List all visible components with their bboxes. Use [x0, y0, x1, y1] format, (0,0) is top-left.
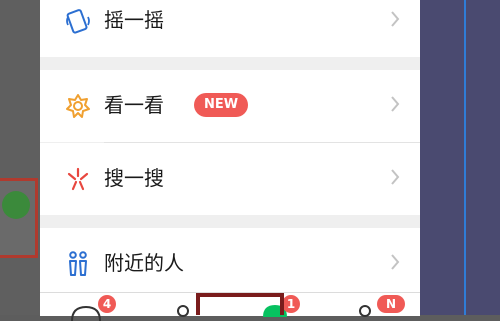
chevron-right-icon [391, 11, 400, 27]
menu-label: 搜一搜 [104, 166, 164, 190]
menu-label: 摇一摇 [104, 8, 164, 32]
highlight-box [196, 293, 284, 315]
menu-item-search[interactable]: 搜一搜 [40, 143, 420, 215]
background-left [0, 0, 40, 315]
menu-item-people-nearby[interactable]: 附近的人 [40, 228, 420, 300]
new-badge: N [377, 295, 405, 313]
background-right [420, 0, 500, 315]
top-stories-icon [66, 94, 90, 118]
tab-me[interactable]: N [325, 293, 420, 317]
discover-screen: 摇一摇 看一看 NEW 搜一搜 附近的人 4 1 N [40, 0, 420, 321]
search-icon [67, 167, 89, 191]
menu-label: 看一看 [104, 93, 164, 117]
menu-item-shake[interactable]: 摇一摇 [40, 0, 420, 57]
shake-icon [66, 9, 90, 34]
chevron-right-icon [391, 254, 400, 270]
unread-badge: 4 [98, 295, 116, 313]
watermark-stamp [0, 178, 38, 258]
background-divider [464, 0, 466, 315]
people-nearby-icon [69, 251, 87, 276]
chevron-right-icon [391, 169, 400, 185]
stamp-check-icon [2, 191, 30, 219]
unread-badge: 1 [282, 295, 300, 313]
chevron-right-icon [391, 96, 400, 112]
tab-chats[interactable]: 4 [40, 293, 135, 321]
menu-label: 附近的人 [104, 251, 184, 275]
menu-item-top-stories[interactable]: 看一看 NEW [40, 70, 420, 142]
new-badge: NEW [194, 93, 248, 117]
